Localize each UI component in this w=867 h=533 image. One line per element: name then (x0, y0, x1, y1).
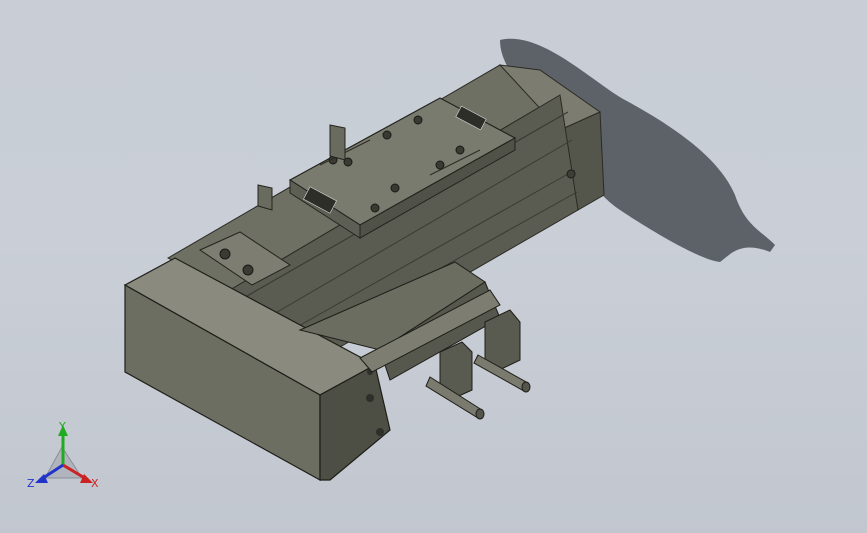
y-axis-label: Y (58, 420, 66, 433)
coordinate-triad: Y X Z (27, 420, 99, 490)
cad-viewport[interactable]: Y X Z (0, 0, 867, 533)
model-render: Y X Z (27, 38, 775, 490)
z-axis-label: Z (27, 477, 35, 490)
x-axis-label: X (91, 477, 99, 490)
